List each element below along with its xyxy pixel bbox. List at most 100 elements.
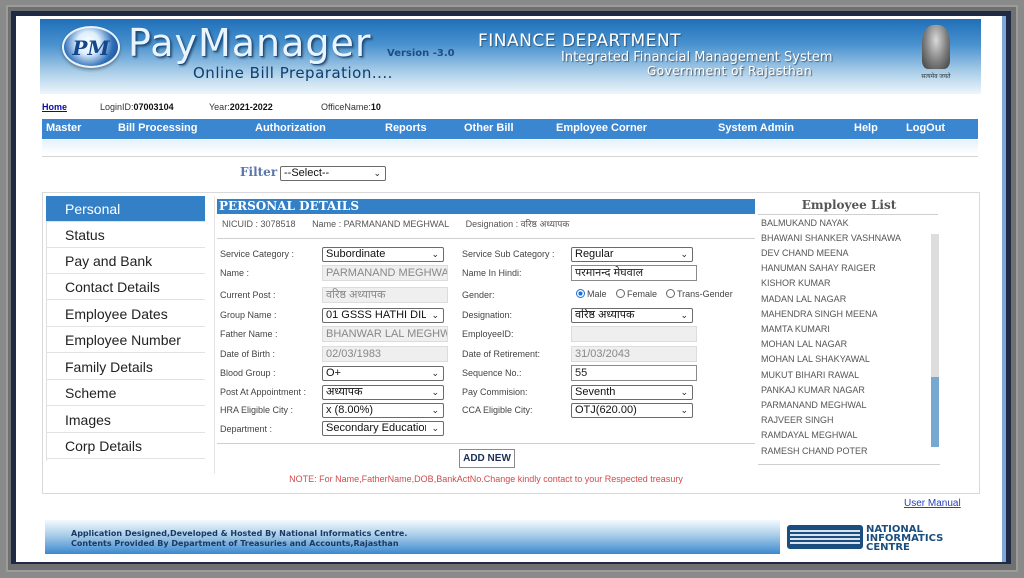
gender-label: Gender: [462, 290, 495, 300]
pay-commission-value: Seventh [575, 386, 616, 398]
sidebar-item-images[interactable]: Images [46, 407, 205, 433]
sidebar-item-contact-details[interactable]: Contact Details [46, 274, 205, 300]
page: PM PayManager Version -3.0 Online Bill P… [16, 16, 1006, 562]
nav-master[interactable]: Master [46, 122, 81, 134]
sidebar-item-employee-dates[interactable]: Employee Dates [46, 301, 205, 327]
current-post-field[interactable]: वरिष्ठ अध्यापक [322, 287, 448, 303]
service-category-value: Subordinate [326, 248, 386, 260]
pay-commission-label: Pay Commision: [462, 387, 528, 397]
app-tagline: Online Bill Preparation.... [193, 64, 393, 82]
nav-divider [42, 156, 978, 157]
employee-list-item[interactable]: MADAN LAL NAGAR [761, 294, 846, 304]
personal-details-title: PERSONAL DETAILS [217, 199, 755, 214]
service-category-select[interactable]: Subordinate ⌄ [322, 247, 444, 262]
employee-list-item[interactable]: BALMUKAND NAYAK [761, 218, 849, 228]
department-select[interactable]: Secondary Education ⌄ [322, 421, 444, 436]
post-at-appointment-select[interactable]: अध्यापक ⌄ [322, 385, 444, 400]
nav-system-admin[interactable]: System Admin [718, 122, 794, 134]
footer-banner: Application Designed,Developed & Hosted … [45, 520, 780, 554]
sidebar-item-employee-number[interactable]: Employee Number [46, 327, 205, 353]
employee-list-item[interactable]: MOHAN LAL NAGAR [761, 339, 847, 349]
paymanager-logo-icon: PM [62, 26, 120, 68]
sidebar-item-personal[interactable]: Personal [46, 196, 205, 222]
nav-bill-processing[interactable]: Bill Processing [118, 122, 197, 134]
gender-transgender-radio[interactable]: Trans-Gender [666, 289, 733, 299]
nav-employee-corner[interactable]: Employee Corner [556, 122, 647, 134]
employee-id-field[interactable] [571, 326, 697, 342]
service-sub-category-select[interactable]: Regular ⌄ [571, 247, 693, 262]
sidebar-item-pay-and-bank[interactable]: Pay and Bank [46, 248, 205, 274]
nav-reports[interactable]: Reports [385, 122, 427, 134]
chevron-down-icon: ⌄ [431, 249, 439, 259]
blood-group-label: Blood Group : [220, 368, 276, 378]
employee-list-item[interactable]: MOHAN LAL SHAKYAWAL [761, 354, 870, 364]
note-text: NOTE: For Name,FatherName,DOB,BankActNo.… [289, 474, 683, 484]
app-version: Version -3.0 [387, 48, 455, 59]
service-category-label: Service Category : [220, 249, 295, 259]
name-in-hindi-field[interactable]: परमानन्द मेघवाल [571, 265, 697, 281]
gender-male-radio[interactable]: Male [576, 289, 607, 299]
date-of-retirement-field[interactable]: 31/03/2043 [571, 346, 697, 362]
sequence-no-label: Sequence No.: [462, 368, 522, 378]
content-border [214, 196, 215, 474]
name-field[interactable]: PARMANAND MEGHWAL [322, 265, 448, 281]
chevron-down-icon: ⌄ [431, 387, 439, 397]
year-label: Year: [209, 102, 230, 112]
designation-select[interactable]: वरिष्ठ अध्यापक ⌄ [571, 308, 693, 323]
service-sub-category-value: Regular [575, 248, 614, 260]
filter-select[interactable]: --Select-- ⌄ [280, 166, 386, 181]
government-name: Government of Rajasthan [647, 64, 813, 78]
sequence-no-field[interactable]: 55 [571, 365, 697, 381]
chevron-down-icon: ⌄ [431, 310, 439, 320]
gender-female-radio[interactable]: Female [616, 289, 657, 299]
father-name-label: Father Name : [220, 329, 278, 339]
nav-logout[interactable]: LogOut [906, 122, 945, 134]
add-new-button[interactable]: ADD NEW [459, 449, 515, 468]
employee-list-item[interactable]: DEV CHAND MEENA [761, 248, 849, 258]
hra-eligible-city-select[interactable]: x (8.00%) ⌄ [322, 403, 444, 418]
employee-list-item[interactable]: MAHENDRA SINGH MEENA [761, 309, 878, 319]
nav-other-bill[interactable]: Other Bill [464, 122, 514, 134]
current-post-label: Current Post : [220, 290, 276, 300]
login-id-label: LoginID: [100, 102, 134, 112]
employee-list-item[interactable]: HANUMAN SAHAY RAIGER [761, 263, 876, 273]
employee-list-item[interactable]: KISHOR KUMAR [761, 278, 831, 288]
date-of-birth-field[interactable]: 02/03/1983 [322, 346, 448, 362]
home-link[interactable]: Home [42, 102, 67, 112]
employee-list-item[interactable]: BHAWANI SHANKER VASHNAWA [761, 233, 901, 243]
logo-initials: PM [72, 36, 110, 60]
employee-list-divider [758, 214, 938, 215]
employee-list-item[interactable]: RAMDAYAL MEGHWAL [761, 430, 858, 440]
nav-authorization[interactable]: Authorization [255, 122, 326, 134]
employee-list-item[interactable]: MAMTA KUMARI [761, 324, 830, 334]
nic-name-line3: CENTRE [866, 542, 910, 553]
employee-list-scroll-thumb[interactable] [931, 377, 939, 447]
employee-list-item[interactable]: MUKUT BIHARI RAWAL [761, 370, 859, 380]
post-at-appointment-value: अध्यापक [326, 386, 363, 398]
chevron-down-icon: ⌄ [431, 405, 439, 415]
blood-group-value: O+ [326, 367, 341, 379]
nav-help[interactable]: Help [854, 122, 878, 134]
designation-label: Designation: [462, 310, 513, 320]
group-name-select[interactable]: 01 GSSS HATHI DILO ⌄ [322, 308, 444, 323]
sidebar-item-corp-details[interactable]: Corp Details [46, 433, 205, 459]
employee-list-item[interactable]: PARMANAND MEGHWAL [761, 400, 867, 410]
user-manual-link[interactable]: User Manual [904, 498, 961, 509]
pay-commission-select[interactable]: Seventh ⌄ [571, 385, 693, 400]
blood-group-select[interactable]: O+ ⌄ [322, 366, 444, 381]
sidebar-item-family-details[interactable]: Family Details [46, 354, 205, 380]
hra-eligible-city-value: x (8.00%) [326, 404, 374, 416]
father-name-field[interactable]: BHANWAR LAL MEGHWA [322, 326, 448, 342]
employee-list-item[interactable]: RAJVEER SINGH [761, 415, 834, 425]
sidebar-item-scheme[interactable]: Scheme [46, 380, 205, 406]
state-emblem-icon: सत्यमेव जयते [916, 23, 956, 83]
sidebar-item-status[interactable]: Status [46, 222, 205, 248]
hra-eligible-city-label: HRA Eligible City : [220, 405, 294, 415]
department-label: Department : [220, 424, 273, 434]
cca-eligible-city-select[interactable]: OTJ(620.00) ⌄ [571, 403, 693, 418]
name-in-hindi-label: Name In Hindi: [462, 268, 522, 278]
employee-list-item[interactable]: PANKAJ KUMAR NAGAR [761, 385, 865, 395]
employee-list-item[interactable]: RAMESH CHAND POTER [761, 446, 868, 456]
employee-list-bottom-border [758, 464, 940, 465]
department-title: FINANCE DEPARTMENT [478, 31, 681, 51]
